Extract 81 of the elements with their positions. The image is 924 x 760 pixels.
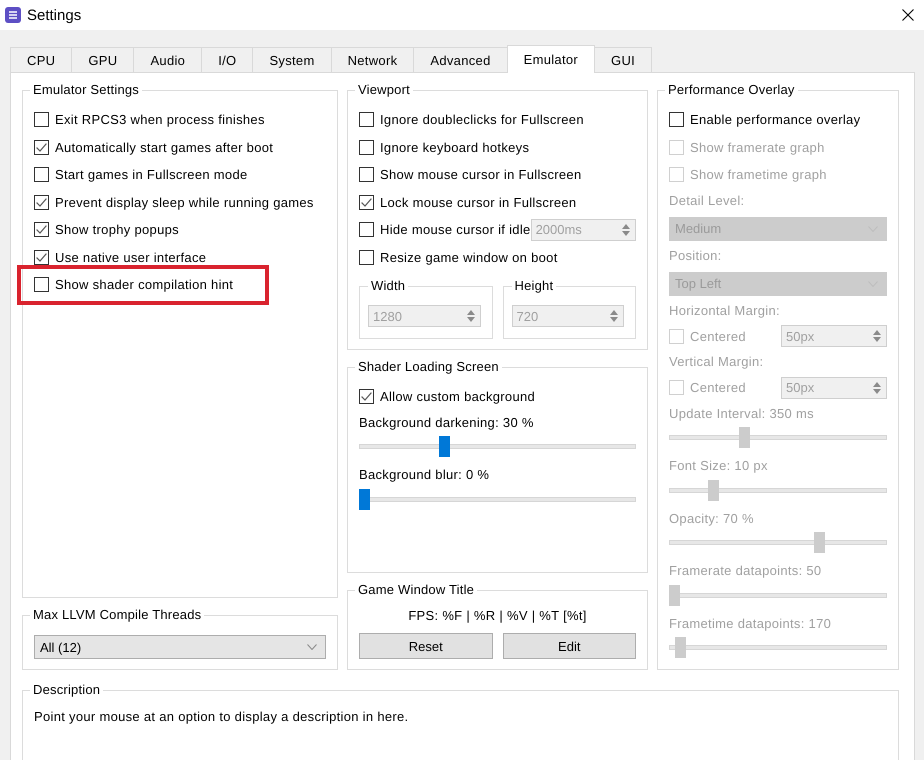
checkbox[interactable] <box>34 277 49 292</box>
group-title: Height <box>514 278 554 294</box>
setting-label: Font Size: 10 px <box>669 457 769 475</box>
checkmark-icon <box>36 224 47 236</box>
group-title: Viewport <box>357 82 411 98</box>
checkmark-icon <box>361 391 372 402</box>
slider-track[interactable] <box>359 488 636 510</box>
setting-label: Detail Level: <box>669 192 746 210</box>
slider-thumb[interactable] <box>438 436 450 457</box>
slider-track[interactable] <box>669 480 887 500</box>
checkbox[interactable] <box>34 167 49 182</box>
group-title: Game Window Title <box>357 582 476 598</box>
description-text: Point your mouse at an option to display a description in here. <box>34 708 410 726</box>
checkbox-label: Use native user interface <box>55 250 206 265</box>
checkbox[interactable] <box>34 140 49 155</box>
dropdown[interactable]: All (12) <box>34 635 326 659</box>
checkbox-label: Lock mouse cursor in Fullscreen <box>380 194 576 210</box>
push-button[interactable]: Edit <box>502 633 636 659</box>
group-title: Width <box>370 278 406 294</box>
group-title: Performance Overlay <box>667 82 796 98</box>
title-format-text: FPS: %F | %R | %V | %T [%t] <box>407 607 588 625</box>
checkbox-label: Exit RPCS3 when process finishes <box>55 112 265 128</box>
close-icon[interactable] <box>902 9 914 21</box>
checkbox[interactable] <box>669 112 684 128</box>
checkbox[interactable] <box>34 250 49 265</box>
checkbox-label: Allow custom background <box>380 389 536 404</box>
setting-label: Background darkening: 30 % <box>359 414 535 432</box>
tab[interactable]: Emulator <box>506 45 596 73</box>
slider-track[interactable] <box>669 584 887 606</box>
checkbox-label: Show mouse cursor in Fullscreen <box>380 167 582 182</box>
group-title: Shader Loading Screen <box>357 359 500 375</box>
setting-label: Background blur: 0 % <box>359 466 490 484</box>
group-title: Max LLVM Compile Threads <box>32 607 202 623</box>
group-title: Description <box>32 682 102 698</box>
checkbox-label: Ignore doubleclicks for Fullscreen <box>380 112 584 128</box>
checkbox-label: Show framerate graph <box>690 140 825 155</box>
checkbox-label: Prevent display sleep while running games <box>55 194 314 210</box>
chevron-down-icon <box>307 644 317 650</box>
slider-track[interactable] <box>669 427 887 448</box>
checkbox-label: Enable performance overlay <box>690 112 860 128</box>
checkbox[interactable] <box>359 389 374 404</box>
checkbox-label: Show shader compilation hint <box>55 277 234 292</box>
checkbox-label: Show trophy popups <box>55 222 179 238</box>
checkbox[interactable] <box>359 112 374 128</box>
checkbox-label: Automatically start games after boot <box>55 140 274 155</box>
checkmark-icon <box>36 142 47 153</box>
setting-label: Frametime datapoints: 170 <box>669 614 832 633</box>
tab[interactable]: CPU <box>10 47 72 72</box>
setting-label: Horizontal Margin: <box>669 302 781 320</box>
setting-label: Vertical Margin: <box>669 353 764 371</box>
setting-label: Position: <box>669 246 723 264</box>
setting-label: Framerate datapoints: 50 <box>669 562 822 580</box>
checkbox-label: Ignore keyboard hotkeys <box>380 140 530 155</box>
checkbox[interactable] <box>34 222 49 238</box>
checkbox-label: Centered <box>690 380 746 396</box>
checkbox[interactable] <box>359 222 374 238</box>
checkbox[interactable] <box>34 112 49 128</box>
slider-track[interactable] <box>359 436 636 457</box>
checkbox-label: Resize game window on boot <box>380 250 558 265</box>
checkmark-icon <box>361 196 372 208</box>
setting-label: Update Interval: 350 ms <box>669 404 815 423</box>
slider-thumb[interactable] <box>359 488 370 510</box>
checkbox-label: Show frametime graph <box>690 167 827 182</box>
checkmark-icon <box>36 252 47 263</box>
checkmark-icon <box>36 196 47 208</box>
slider-track[interactable] <box>669 532 887 553</box>
group-title: Emulator Settings <box>32 82 140 98</box>
setting-label: Opacity: 70 % <box>669 510 755 528</box>
checkbox[interactable] <box>359 140 374 155</box>
window-title: Settings <box>27 6 82 24</box>
checkbox-label: Start games in Fullscreen mode <box>55 167 248 182</box>
checkbox-label: Hide mouse cursor if idle <box>380 222 531 238</box>
push-button[interactable]: Reset <box>359 633 492 659</box>
app-icon <box>5 7 21 23</box>
checkbox-label: Centered <box>690 328 746 344</box>
checkbox[interactable] <box>359 250 374 265</box>
checkbox[interactable] <box>359 167 374 182</box>
checkbox[interactable] <box>359 194 374 210</box>
tab[interactable]: GUI <box>594 47 652 72</box>
checkbox[interactable] <box>34 194 49 210</box>
slider-track[interactable] <box>669 637 887 658</box>
